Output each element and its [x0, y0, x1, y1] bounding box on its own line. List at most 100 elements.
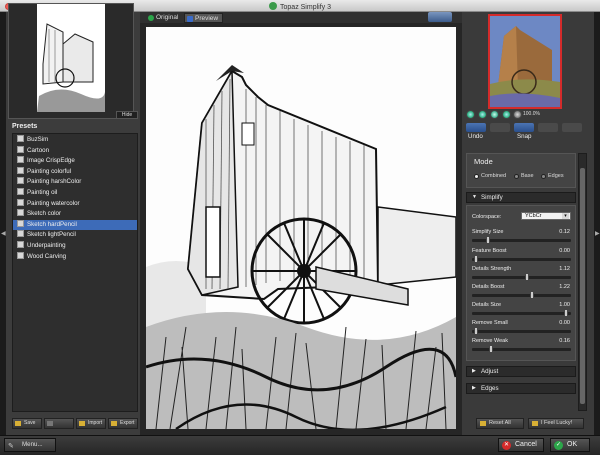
- tab-original[interactable]: Original: [146, 13, 178, 23]
- collapse-right-icon[interactable]: ▶: [595, 230, 600, 237]
- undo-label[interactable]: Undo: [468, 133, 483, 140]
- preset-list[interactable]: BuzSim Cartoon Image CrispEdge Painting …: [12, 133, 138, 412]
- preset-item[interactable]: Underpainting: [13, 240, 137, 252]
- slider-knob[interactable]: [474, 327, 478, 335]
- view-tabs: Original Preview: [140, 12, 462, 23]
- dropdown-arrow-icon: ▾: [562, 213, 569, 219]
- slider-value: 1.12: [559, 266, 570, 272]
- wrench-icon: ✎: [8, 443, 14, 450]
- remove-small-slider[interactable]: [472, 327, 571, 335]
- slider-label: Remove Small: [472, 320, 508, 326]
- preset-item[interactable]: Cartoon: [13, 145, 137, 157]
- feature-boost-slider[interactable]: [472, 255, 571, 263]
- zoom-100-icon[interactable]: [490, 110, 499, 119]
- preset-item[interactable]: Painting harshColor: [13, 177, 137, 188]
- export-icon: [111, 421, 117, 426]
- hide-thumbnail-button[interactable]: Hide: [116, 111, 138, 119]
- compare-icon[interactable]: [538, 123, 558, 132]
- preset-item-selected[interactable]: Sketch hardPencil: [13, 219, 137, 231]
- delete-icon: [47, 421, 53, 426]
- edges-title: Edges: [481, 385, 499, 392]
- slider-value: 1.22: [559, 284, 570, 290]
- simplify-title: Simplify: [481, 194, 503, 201]
- image-preview-canvas[interactable]: [146, 27, 456, 429]
- mode-combined-radio[interactable]: Combined: [474, 173, 506, 179]
- cancel-button[interactable]: ✕ Cancel: [498, 438, 544, 452]
- slider-value: 1.00: [559, 302, 570, 308]
- import-button[interactable]: Import: [76, 418, 106, 429]
- scrollbar-thumb[interactable]: [580, 168, 585, 404]
- preset-icon: [17, 240, 24, 248]
- slider-value: 0.12: [559, 229, 570, 235]
- preset-item[interactable]: Painting watercolor: [13, 198, 137, 210]
- settings-scrollbar[interactable]: [578, 153, 587, 411]
- collapse-left-icon[interactable]: ◀: [1, 230, 6, 237]
- slider-knob[interactable]: [489, 345, 493, 353]
- colorspace-select[interactable]: YCbCr ▾: [521, 212, 571, 220]
- simplify-size-slider[interactable]: [472, 236, 571, 244]
- preset-item[interactable]: Sketch color: [13, 209, 137, 220]
- preset-item[interactable]: Painting oil: [13, 187, 137, 199]
- details-strength-slider[interactable]: [472, 273, 571, 281]
- details-size-slider[interactable]: [472, 309, 571, 317]
- redo-icon[interactable]: [490, 123, 510, 132]
- preset-item[interactable]: Image CrispEdge: [13, 156, 137, 167]
- slider-knob[interactable]: [525, 273, 529, 281]
- slider-value: 0.16: [559, 338, 570, 344]
- undo-icon[interactable]: [466, 123, 486, 132]
- preset-item[interactable]: Painting colorful: [13, 166, 137, 178]
- remove-weak-slider[interactable]: [472, 345, 571, 353]
- right-collapse-strip[interactable]: ▶: [594, 12, 600, 435]
- simplify-section-header[interactable]: ▼ Simplify: [466, 192, 576, 203]
- radio-dot-icon: [514, 174, 519, 179]
- preset-label: BuzSim: [27, 136, 49, 143]
- slider-knob[interactable]: [564, 309, 568, 317]
- zoom-in-icon[interactable]: [478, 110, 487, 119]
- app-logo-icon: [269, 2, 278, 10]
- mode-base-radio[interactable]: Base: [514, 173, 534, 179]
- preset-item[interactable]: BuzSim: [13, 135, 137, 146]
- history-icon[interactable]: [562, 123, 582, 132]
- adjust-title: Adjust: [481, 368, 499, 375]
- preset-icon: [17, 198, 24, 206]
- reset-all-button[interactable]: Reset All: [476, 418, 524, 429]
- mode-edges-radio[interactable]: Edges: [541, 173, 564, 179]
- edges-section-header[interactable]: ▶ Edges: [466, 383, 576, 394]
- check-icon: ✓: [554, 441, 563, 450]
- snap-label[interactable]: Snap: [517, 133, 531, 140]
- zoom-fit-icon[interactable]: [466, 110, 475, 119]
- slider-knob[interactable]: [474, 255, 478, 263]
- slider-value: 0.00: [559, 248, 570, 254]
- preset-label: Wood Carving: [27, 252, 67, 260]
- preset-label: Painting colorful: [27, 167, 72, 175]
- preset-item[interactable]: Wood Carving: [13, 251, 137, 263]
- save-button[interactable]: Save: [12, 418, 42, 429]
- mode-base-label: Base: [521, 173, 534, 179]
- preset-label: Sketch lightPencil: [27, 231, 76, 239]
- preset-label: Sketch color: [27, 210, 62, 218]
- menu-button[interactable]: ✎ Menu...: [4, 438, 56, 452]
- zoom-out-icon[interactable]: [502, 110, 511, 119]
- preset-icon: [17, 156, 24, 164]
- slider-label: Simplify Size: [472, 229, 504, 235]
- slider-label: Remove Weak: [472, 338, 508, 344]
- zoom-level-icon: [513, 110, 522, 119]
- preset-icon: [17, 219, 24, 227]
- tab-preview[interactable]: Preview: [184, 13, 224, 23]
- preset-label: Underpainting: [27, 241, 66, 249]
- snap-icon[interactable]: [514, 123, 534, 132]
- slider-knob[interactable]: [530, 291, 534, 299]
- disabled-button[interactable]: [44, 418, 74, 429]
- slider-knob[interactable]: [486, 236, 490, 244]
- details-boost-slider[interactable]: [472, 291, 571, 299]
- save-label: Save: [24, 420, 36, 426]
- feel-lucky-button[interactable]: I Feel Lucky!: [528, 418, 584, 429]
- adjust-section-header[interactable]: ▶ Adjust: [466, 366, 576, 377]
- mode-heading: Mode: [474, 157, 493, 166]
- preset-icon: [17, 209, 24, 217]
- ok-button[interactable]: ✓ OK: [550, 438, 590, 452]
- navigator-thumbnail[interactable]: [488, 14, 562, 109]
- preset-item[interactable]: Sketch lightPencil: [13, 230, 137, 241]
- preset-icon: [17, 187, 24, 195]
- export-button[interactable]: Export: [108, 418, 138, 429]
